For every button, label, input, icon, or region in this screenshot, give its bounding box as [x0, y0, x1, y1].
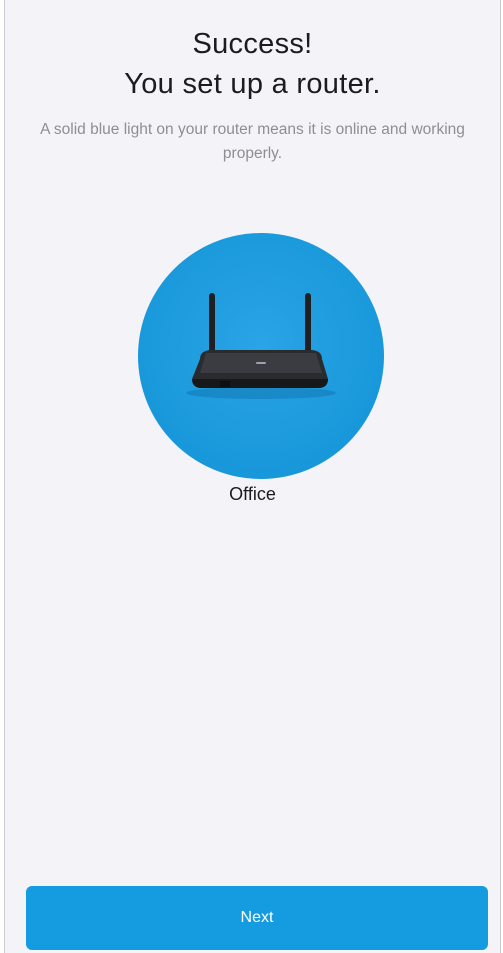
next-button[interactable]: Next	[26, 886, 488, 950]
page-title-line1: Success!	[192, 28, 313, 60]
status-description: A solid blue light on your router means …	[40, 121, 465, 162]
page-title-line2: You set up a router.	[124, 68, 381, 100]
success-screen: Success! You set up a router. A solid bl…	[4, 0, 501, 953]
router-icon	[186, 293, 336, 399]
device-image-circle	[138, 233, 384, 479]
device-name-label: Office	[229, 484, 276, 504]
